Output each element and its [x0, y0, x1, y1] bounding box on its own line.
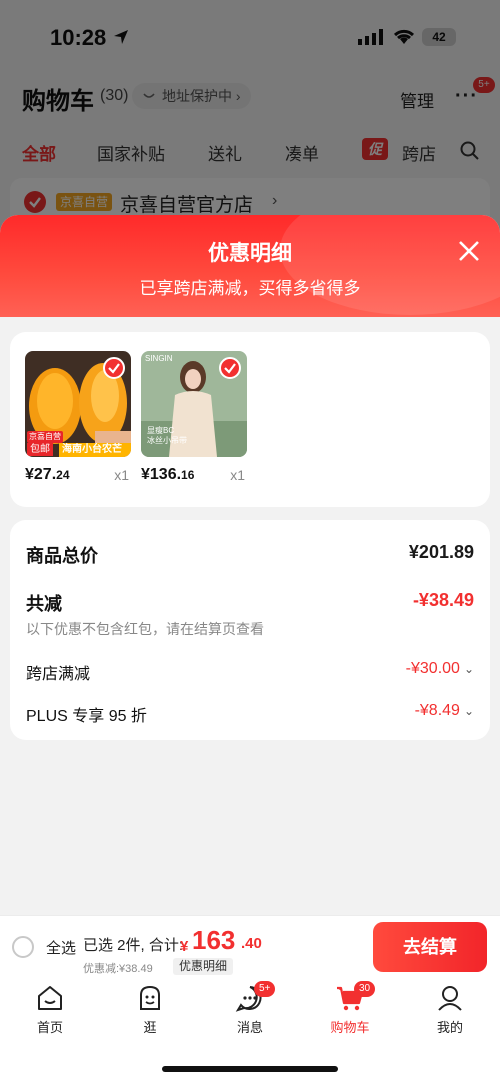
- product-quantity: x1: [114, 467, 129, 483]
- sheet-subtitle: 已享跨店满减，买得多省得多: [139, 279, 361, 298]
- product-price: ¥27.24: [25, 466, 70, 484]
- tab-home[interactable]: 首页: [10, 983, 90, 1036]
- product-quantity: x1: [230, 467, 245, 483]
- checkout-button[interactable]: 去结算: [373, 922, 487, 972]
- discount-label: PLUS 专享 95 折: [26, 708, 147, 725]
- discount-value: -¥30.00 ⌄: [406, 660, 474, 678]
- chevron-down-icon: ⌄: [463, 662, 474, 676]
- total-decimal: .40: [241, 935, 262, 952]
- message-badge: 5+: [254, 981, 276, 997]
- total-price-label: 商品总价: [26, 546, 98, 566]
- price-summary-card: 商品总价 ¥201.89 共减 -¥38.49 以下优惠不包含红包，请在结算页查…: [10, 520, 490, 740]
- product-checkbox[interactable]: [103, 357, 125, 379]
- select-all-checkbox[interactable]: [12, 936, 34, 958]
- tab-profile[interactable]: 我的: [410, 983, 490, 1036]
- price-main: ¥27.: [25, 466, 57, 483]
- discount-label: 跨店满减: [26, 666, 91, 683]
- product-name-tag: 海南小台农芒果: [59, 443, 131, 457]
- tab-browse[interactable]: 逛: [110, 983, 190, 1036]
- price-main: ¥136.: [141, 466, 182, 483]
- home-indicator: [162, 1066, 338, 1072]
- discount-detail-sheet: 优惠明细 已享跨店满减，买得多省得多 京喜自营 包邮 海南小台农芒果: [0, 215, 500, 915]
- checkout-bar: 全选 已选 2件, 合计: ¥ 163 .40 优惠减:¥38.49 优惠明细 …: [0, 915, 500, 977]
- total-reduction-value: -¥38.49: [412, 590, 474, 610]
- total-reduction-label: 共减: [26, 594, 62, 614]
- tab-label: 我的: [436, 1020, 463, 1035]
- checkmark-icon: [224, 363, 236, 374]
- sheet-header: 优惠明细 已享跨店满减，买得多省得多: [0, 215, 500, 317]
- self-operated-tag: 京喜自营: [27, 431, 63, 443]
- product-price: ¥136.16: [141, 466, 194, 484]
- sheet-title: 优惠明细: [208, 242, 292, 265]
- discount-value: -¥8.49 ⌄: [415, 702, 474, 720]
- select-all-label[interactable]: 全选: [46, 937, 76, 958]
- brand-label: SINGIN: [145, 354, 173, 363]
- total-amount: 163: [192, 925, 236, 955]
- cart-badge: 30: [354, 981, 376, 997]
- discount-detail-link[interactable]: 优惠明细: [173, 958, 234, 975]
- discount-summary: 优惠减:¥38.49: [83, 963, 153, 975]
- tab-label: 逛: [143, 1020, 157, 1035]
- price-decimal: 24: [56, 468, 70, 482]
- tab-messages[interactable]: 5+ 消息: [210, 981, 290, 1036]
- discount-amount: -¥8.49: [414, 702, 460, 719]
- tab-label: 购物车: [330, 1020, 370, 1035]
- checkmark-icon: [108, 363, 120, 374]
- tab-label: 首页: [36, 1020, 63, 1035]
- selected-count: 已选 2件, 合计:: [83, 937, 184, 954]
- product-image-mango: 京喜自营 包邮 海南小台农芒果: [25, 351, 131, 457]
- products-card: 京喜自营 包邮 海南小台农芒果 ¥27.24 x1 SINGIN: [10, 332, 490, 507]
- total-currency: ¥: [180, 938, 189, 955]
- discount-amount: -¥30.00: [405, 660, 460, 677]
- chevron-down-icon: ⌄: [463, 704, 474, 718]
- total-price-value: ¥201.89: [408, 542, 474, 562]
- image-caption: 冰丝小吊带: [147, 436, 187, 445]
- free-shipping-tag: 包邮: [27, 443, 53, 456]
- browse-icon: [140, 985, 160, 1010]
- product-image-dress: SINGIN 显瘦BC 冰丝小吊带: [141, 351, 247, 457]
- profile-icon: [438, 986, 462, 1011]
- tab-label: 消息: [236, 1020, 263, 1035]
- home-icon: [38, 986, 62, 1010]
- close-icon[interactable]: [456, 238, 482, 264]
- price-decimal: 16: [181, 468, 195, 482]
- reduction-note: 以下优惠不包含红包，请在结算页查看: [26, 621, 264, 637]
- tab-cart[interactable]: 30 购物车: [310, 981, 390, 1036]
- product-checkbox[interactable]: [219, 357, 241, 379]
